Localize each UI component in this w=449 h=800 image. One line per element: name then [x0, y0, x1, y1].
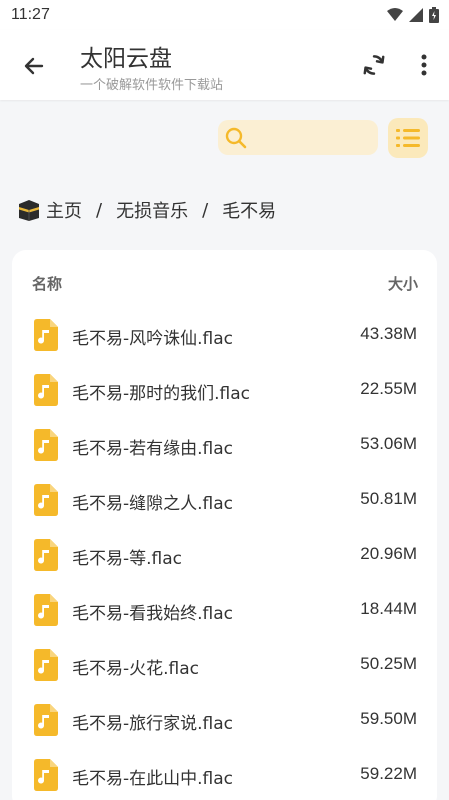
- file-list: 名称 大小 毛不易-风吟诛仙.flac 43.38M 毛不易-那时的我们.fla…: [12, 250, 437, 800]
- status-icons: [387, 7, 439, 23]
- wifi-icon: [387, 8, 403, 21]
- signal-icon: [409, 8, 423, 22]
- status-time: 11:27: [11, 6, 50, 23]
- more-options-button[interactable]: [410, 49, 438, 81]
- breadcrumb-separator: /: [202, 199, 209, 221]
- status-bar: 11:27: [0, 0, 449, 30]
- file-size: 53.06M: [360, 434, 417, 453]
- file-name: 毛不易-等.flac: [72, 549, 183, 569]
- kaaba-icon: [19, 200, 39, 221]
- search-box[interactable]: [218, 120, 378, 155]
- column-header-size[interactable]: 大小: [388, 273, 418, 294]
- music-file-icon: [34, 594, 58, 626]
- music-file-icon: [34, 759, 58, 791]
- app-title: 太阳云盘: [80, 46, 172, 72]
- arrow-left-icon: [24, 57, 44, 75]
- search-input[interactable]: [252, 120, 372, 155]
- file-name: 毛不易-若有缘由.flac: [72, 439, 234, 459]
- file-row[interactable]: 毛不易-那时的我们.flac 22.55M: [12, 363, 437, 418]
- breadcrumb: 主页 / 无损音乐 / 毛不易: [16, 197, 276, 223]
- more-vert-icon: [421, 54, 427, 76]
- breadcrumb-lossless-music[interactable]: 无损音乐: [116, 197, 188, 223]
- file-name: 毛不易-缝隙之人.flac: [72, 494, 234, 514]
- file-size: 50.81M: [360, 489, 417, 508]
- file-row[interactable]: 毛不易-在此山中.flac 59.22M: [12, 748, 437, 800]
- list-icon: [396, 129, 420, 147]
- file-size: 50.25M: [360, 654, 417, 673]
- file-size: 18.44M: [360, 599, 417, 618]
- music-file-icon: [34, 484, 58, 516]
- file-name: 毛不易-火花.flac: [72, 659, 200, 679]
- music-file-icon: [34, 649, 58, 681]
- music-file-icon: [34, 319, 58, 351]
- back-button[interactable]: [18, 50, 50, 82]
- file-size: 59.50M: [360, 709, 417, 728]
- file-size: 43.38M: [360, 324, 417, 343]
- app-bar: 太阳云盘 一个破解软件软件下载站: [0, 30, 449, 100]
- file-name: 毛不易-那时的我们.flac: [72, 384, 251, 404]
- refresh-button[interactable]: [358, 49, 390, 81]
- file-size: 20.96M: [360, 544, 417, 563]
- music-file-icon: [34, 429, 58, 461]
- breadcrumb-home[interactable]: 主页: [46, 197, 82, 223]
- file-name: 毛不易-风吟诛仙.flac: [72, 329, 234, 349]
- file-row[interactable]: 毛不易-等.flac 20.96M: [12, 528, 437, 583]
- breadcrumb-current-folder[interactable]: 毛不易: [222, 197, 276, 223]
- music-file-icon: [34, 374, 58, 406]
- list-view-toggle[interactable]: [388, 118, 428, 158]
- file-row[interactable]: 毛不易-旅行家说.flac 59.50M: [12, 693, 437, 748]
- column-header-name[interactable]: 名称: [32, 273, 62, 294]
- file-size: 22.55M: [360, 379, 417, 398]
- file-row[interactable]: 毛不易-看我始终.flac 18.44M: [12, 583, 437, 638]
- app-subtitle: 一个破解软件软件下载站: [80, 78, 224, 93]
- file-name: 毛不易-在此山中.flac: [72, 769, 234, 789]
- breadcrumb-separator: /: [96, 199, 103, 221]
- music-file-icon: [34, 539, 58, 571]
- search-icon: [225, 127, 247, 149]
- file-size: 59.22M: [360, 764, 417, 783]
- file-name: 毛不易-旅行家说.flac: [72, 714, 234, 734]
- refresh-icon: [363, 55, 385, 75]
- file-row[interactable]: 毛不易-火花.flac 50.25M: [12, 638, 437, 693]
- file-row[interactable]: 毛不易-若有缘由.flac 53.06M: [12, 418, 437, 473]
- battery-icon: [429, 7, 439, 23]
- file-name: 毛不易-看我始终.flac: [72, 604, 234, 624]
- file-row[interactable]: 毛不易-风吟诛仙.flac 43.38M: [12, 308, 437, 363]
- music-file-icon: [34, 704, 58, 736]
- file-row[interactable]: 毛不易-缝隙之人.flac 50.81M: [12, 473, 437, 528]
